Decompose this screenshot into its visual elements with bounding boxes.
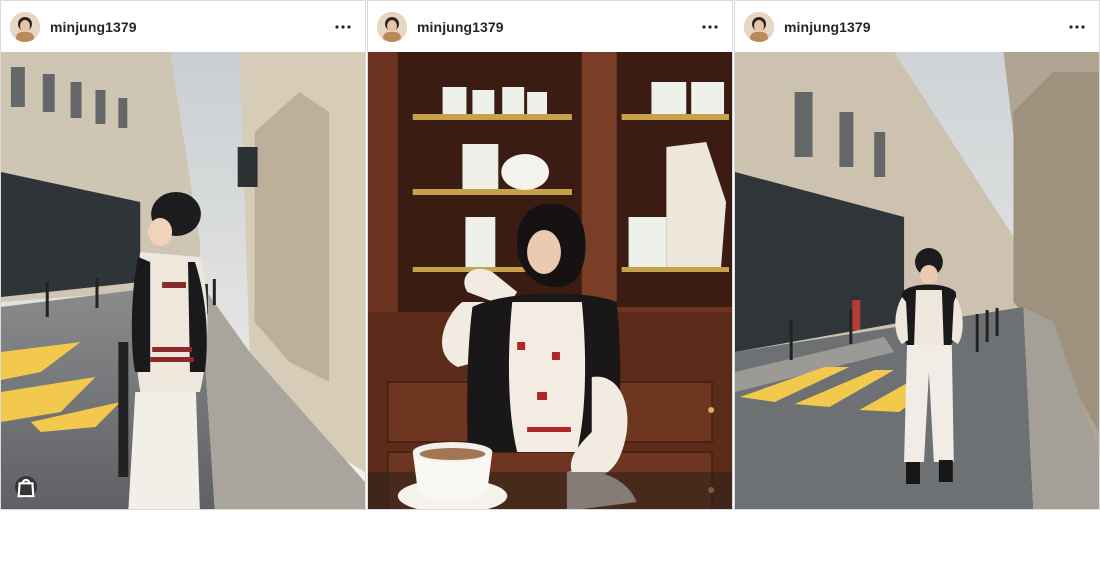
avatar[interactable] xyxy=(10,11,40,42)
avatar[interactable] xyxy=(377,11,407,42)
more-options-icon[interactable] xyxy=(331,15,355,39)
post-header: minjung1379 xyxy=(368,1,732,52)
shopping-bag-icon[interactable] xyxy=(15,476,37,498)
post-card: minjung1379 xyxy=(734,0,1100,510)
post-card: minjung1379 xyxy=(367,0,733,510)
more-options-icon[interactable] xyxy=(698,15,722,39)
post-header: minjung1379 xyxy=(1,1,365,52)
post-image[interactable] xyxy=(1,52,365,509)
username[interactable]: minjung1379 xyxy=(784,19,1065,35)
more-options-icon[interactable] xyxy=(1065,15,1089,39)
avatar[interactable] xyxy=(744,11,774,42)
post-row: minjung1379 minjung1379 minjung1379 xyxy=(0,0,1100,510)
post-header: minjung1379 xyxy=(735,1,1099,52)
post-card: minjung1379 xyxy=(0,0,366,510)
post-image[interactable] xyxy=(735,52,1099,509)
username[interactable]: minjung1379 xyxy=(417,19,698,35)
post-image[interactable] xyxy=(368,52,732,509)
username[interactable]: minjung1379 xyxy=(50,19,331,35)
